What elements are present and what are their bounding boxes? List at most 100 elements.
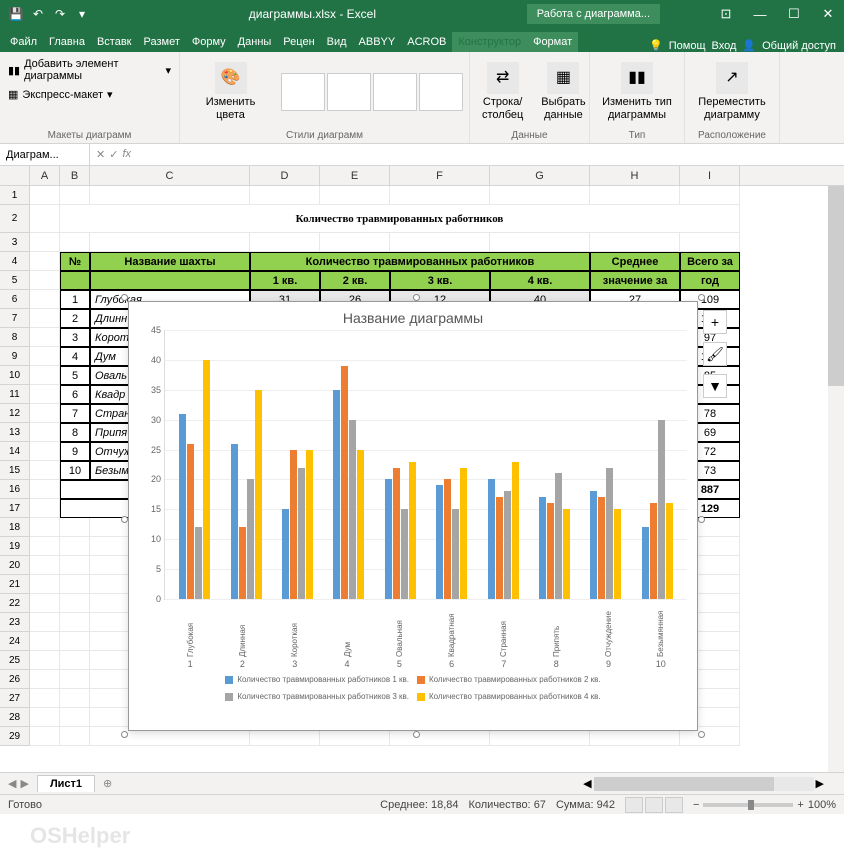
vertical-scrollbar[interactable] xyxy=(828,186,844,772)
row-header[interactable]: 18 xyxy=(0,518,30,537)
bar-group[interactable] xyxy=(488,330,519,599)
row-header[interactable]: 3 xyxy=(0,233,30,252)
ribbon-options-icon[interactable]: ⊡ xyxy=(710,0,742,28)
chart-object[interactable]: Название диаграммы 051015202530354045 Гл… xyxy=(128,301,698,731)
select-all-corner[interactable] xyxy=(0,166,30,185)
bar[interactable] xyxy=(444,479,451,599)
cell[interactable] xyxy=(30,632,60,651)
share-icon[interactable]: 👤 xyxy=(742,39,756,52)
tab-format[interactable]: Формат xyxy=(527,32,578,52)
cell[interactable] xyxy=(30,309,60,328)
bar[interactable] xyxy=(539,497,546,599)
column-header[interactable]: B xyxy=(60,166,90,185)
row-header[interactable]: 12 xyxy=(0,404,30,423)
quick-layout-button[interactable]: ▦Экспресс-макет▾ xyxy=(6,86,115,103)
login-button[interactable]: Вход xyxy=(712,40,737,52)
cell[interactable] xyxy=(60,537,90,556)
worksheet-grid[interactable]: ABCDEFGHI 12Количество травмированных ра… xyxy=(0,166,844,772)
row-header[interactable]: 22 xyxy=(0,594,30,613)
tab-review[interactable]: Рецен xyxy=(277,32,320,52)
bar[interactable] xyxy=(666,503,673,599)
cell[interactable]: Название шахты xyxy=(90,252,250,271)
save-icon[interactable]: 💾 xyxy=(8,6,24,22)
style-thumb[interactable] xyxy=(281,73,325,111)
cell[interactable] xyxy=(30,290,60,309)
bar-group[interactable] xyxy=(385,330,416,599)
cell[interactable] xyxy=(30,366,60,385)
tab-data[interactable]: Данны xyxy=(232,32,278,52)
share-button[interactable]: Общий доступ xyxy=(762,40,836,52)
tab-view[interactable]: Вид xyxy=(321,32,353,52)
add-sheet-button[interactable]: ⊕ xyxy=(95,777,120,790)
bar[interactable] xyxy=(393,468,400,600)
tab-layout[interactable]: Размет xyxy=(138,32,186,52)
sheet-prev-icon[interactable]: ◀ xyxy=(8,777,16,790)
bar[interactable] xyxy=(590,491,597,599)
cell[interactable]: 5 xyxy=(60,366,90,385)
row-header[interactable]: 9 xyxy=(0,347,30,366)
row-header[interactable]: 29 xyxy=(0,727,30,746)
bar[interactable] xyxy=(452,509,459,599)
bar-group[interactable] xyxy=(642,330,673,599)
column-header[interactable]: I xyxy=(680,166,740,185)
bar[interactable] xyxy=(642,527,649,599)
change-colors-button[interactable]: 🎨 Изменить цвета xyxy=(186,58,275,126)
sheet-tab[interactable]: Лист1 xyxy=(37,775,95,792)
bar[interactable] xyxy=(409,462,416,599)
cell[interactable] xyxy=(30,385,60,404)
row-header[interactable]: 14 xyxy=(0,442,30,461)
view-page-layout-button[interactable] xyxy=(645,797,663,813)
scroll-thumb[interactable] xyxy=(828,186,844,386)
cell[interactable] xyxy=(30,423,60,442)
bar[interactable] xyxy=(606,468,613,600)
bar[interactable] xyxy=(504,491,511,599)
bar[interactable] xyxy=(357,450,364,599)
bar[interactable] xyxy=(282,509,289,599)
cell[interactable] xyxy=(60,233,90,252)
cell[interactable]: Количество травмированных работников xyxy=(60,205,740,233)
cell[interactable] xyxy=(30,613,60,632)
bar[interactable] xyxy=(488,479,495,599)
chart-elements-button[interactable]: + xyxy=(703,310,727,334)
cell[interactable] xyxy=(60,689,90,708)
cell[interactable] xyxy=(60,556,90,575)
row-header[interactable]: 19 xyxy=(0,537,30,556)
cell[interactable] xyxy=(490,186,590,205)
bar[interactable] xyxy=(385,479,392,599)
chart-title[interactable]: Название диаграммы xyxy=(129,302,697,330)
bar[interactable] xyxy=(614,509,621,599)
legend-item[interactable]: Количество травмированных работников 1 к… xyxy=(225,675,409,684)
row-header[interactable]: 15 xyxy=(0,461,30,480)
add-chart-element-button[interactable]: ▮▮Добавить элемент диаграммы▾ xyxy=(6,56,173,84)
undo-icon[interactable]: ↶ xyxy=(30,6,46,22)
cell[interactable] xyxy=(30,205,60,233)
chart-styles-button[interactable]: 🖌 xyxy=(703,342,727,366)
tab-file[interactable]: Файл xyxy=(4,32,43,52)
cell[interactable] xyxy=(320,186,390,205)
cell[interactable] xyxy=(30,499,60,518)
zoom-out-button[interactable]: − xyxy=(693,799,699,811)
cell[interactable]: год xyxy=(680,271,740,290)
tab-abbyy[interactable]: ABBYY xyxy=(353,32,402,52)
row-header[interactable]: 7 xyxy=(0,309,30,328)
style-thumb[interactable] xyxy=(373,73,417,111)
cell[interactable] xyxy=(60,708,90,727)
row-header[interactable]: 23 xyxy=(0,613,30,632)
legend-item[interactable]: Количество травмированных работников 2 к… xyxy=(417,675,601,684)
cell[interactable] xyxy=(250,233,320,252)
minimize-icon[interactable]: — xyxy=(744,0,776,28)
change-chart-type-button[interactable]: ▮▮ Изменить тип диаграммы xyxy=(596,58,678,126)
chart-style-gallery[interactable] xyxy=(281,73,463,111)
bar[interactable] xyxy=(555,473,562,599)
bar[interactable] xyxy=(306,450,313,599)
cell[interactable]: 9 xyxy=(60,442,90,461)
cell[interactable]: 8 xyxy=(60,423,90,442)
cell[interactable] xyxy=(320,233,390,252)
cell[interactable] xyxy=(90,186,250,205)
cell[interactable] xyxy=(30,689,60,708)
row-header[interactable]: 26 xyxy=(0,670,30,689)
bar-group[interactable] xyxy=(333,330,364,599)
bar[interactable] xyxy=(187,444,194,599)
cell[interactable] xyxy=(30,186,60,205)
tab-formulas[interactable]: Форму xyxy=(186,32,232,52)
